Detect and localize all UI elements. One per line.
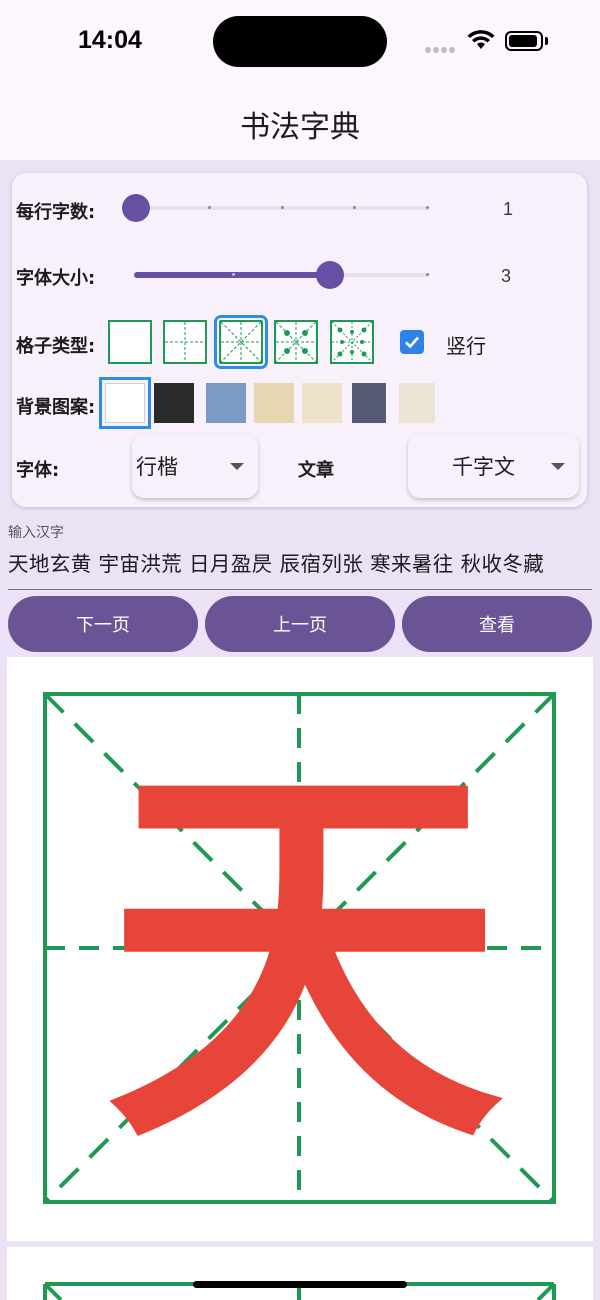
- font-dropdown-value: 行楷: [136, 455, 178, 479]
- vertical-checkbox-label: 竖行: [446, 334, 486, 358]
- home-indicator: [193, 1281, 407, 1288]
- chars-per-row-thumb[interactable]: [122, 194, 150, 222]
- dynamic-island: [213, 16, 387, 67]
- chars-per-row-value: 1: [503, 199, 514, 219]
- input-underline: [8, 589, 592, 590]
- status-bar: 14:04: [0, 0, 600, 88]
- settings-card: 每行字数: 1 字体大小: 3 格子类型: 竖行 背景图案: 字体: 行楷 文章…: [12, 173, 587, 507]
- font-label: 字体:: [16, 460, 60, 481]
- grid-type-label: 格子类型:: [16, 336, 96, 357]
- character-card: 天: [7, 657, 593, 1241]
- grid-option-tian[interactable]: [163, 320, 207, 364]
- background-label: 背景图案:: [16, 397, 96, 418]
- grid-option-hui[interactable]: [274, 320, 318, 364]
- background-swatch-tan[interactable]: [254, 383, 294, 423]
- signal-icon: [425, 38, 457, 57]
- grid-option-dot-mi[interactable]: [330, 320, 374, 364]
- battery-tip: [545, 37, 548, 45]
- app-title: 书法字典: [240, 110, 360, 145]
- chevron-down-icon: [230, 463, 244, 470]
- article-dropdown-value: 千字文: [452, 455, 515, 479]
- input-label: 输入汉字: [8, 525, 64, 541]
- character-card: [7, 1247, 593, 1300]
- background-swatch-white[interactable]: [99, 377, 151, 429]
- grid-option-mi[interactable]: [214, 315, 268, 369]
- chevron-down-icon: [551, 463, 565, 470]
- font-size-value: 3: [501, 266, 512, 286]
- vertical-checkbox[interactable]: [400, 330, 424, 354]
- grid-option-blank[interactable]: [108, 320, 152, 364]
- font-size-thumb[interactable]: [316, 261, 344, 289]
- mi-grid-preview: 天: [43, 692, 556, 1204]
- prev-page-button[interactable]: 上一页: [205, 596, 395, 652]
- article-dropdown[interactable]: 千字文: [408, 434, 579, 498]
- next-page-button[interactable]: 下一页: [8, 596, 198, 652]
- background-swatch-cream[interactable]: [302, 383, 342, 423]
- wifi-icon: [467, 30, 495, 49]
- preview-character: 天: [104, 722, 504, 1192]
- chars-per-row-label: 每行字数:: [16, 202, 96, 223]
- app-bar: 书法字典: [0, 88, 600, 160]
- background-swatch-blue[interactable]: [206, 383, 246, 423]
- font-size-label: 字体大小:: [16, 268, 96, 289]
- view-button[interactable]: 查看: [402, 596, 592, 652]
- background-swatch-slate[interactable]: [352, 383, 386, 423]
- background-swatch-black[interactable]: [154, 383, 194, 423]
- battery-icon: [505, 31, 543, 51]
- chinese-text-input[interactable]: 天地玄黄 宇宙洪荒 日月盈昃 辰宿列张 寒来暑往 秋收冬藏: [8, 547, 544, 577]
- background-swatch-paper[interactable]: [399, 383, 435, 423]
- check-icon: [405, 336, 419, 349]
- status-time: 14:04: [78, 26, 142, 54]
- mi-grid-preview: [43, 1282, 556, 1300]
- article-label: 文章: [298, 460, 334, 481]
- font-dropdown[interactable]: 行楷: [132, 434, 258, 498]
